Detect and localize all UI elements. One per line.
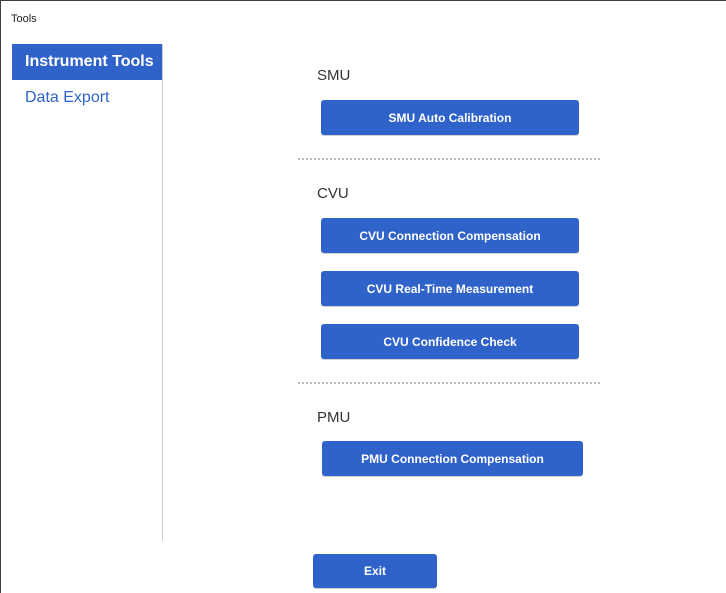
section-label-smu: SMU — [317, 67, 351, 84]
section-divider — [298, 158, 600, 160]
sidebar-item-data-export[interactable]: Data Export — [12, 80, 162, 116]
smu-auto-calibration-button[interactable]: SMU Auto Calibration — [321, 100, 579, 135]
cvu-real-time-measurement-button[interactable]: CVU Real-Time Measurement — [321, 271, 579, 306]
cvu-connection-compensation-button[interactable]: CVU Connection Compensation — [321, 218, 579, 253]
section-divider — [298, 382, 600, 384]
cvu-confidence-check-button[interactable]: CVU Confidence Check — [321, 324, 579, 359]
section-label-cvu: CVU — [317, 185, 349, 202]
sidebar-item-label: Data Export — [25, 89, 110, 106]
pmu-connection-compensation-button[interactable]: PMU Connection Compensation — [322, 441, 583, 476]
sidebar-item-instrument-tools[interactable]: Instrument Tools — [12, 44, 162, 80]
exit-button[interactable]: Exit — [313, 554, 437, 588]
sidebar-item-label: Instrument Tools — [25, 53, 154, 70]
window-title: Tools — [11, 13, 37, 25]
section-label-pmu: PMU — [317, 409, 351, 426]
sidebar: Instrument Tools Data Export — [12, 44, 163, 541]
tools-window: Tools Instrument Tools Data Export SMU S… — [0, 0, 726, 593]
